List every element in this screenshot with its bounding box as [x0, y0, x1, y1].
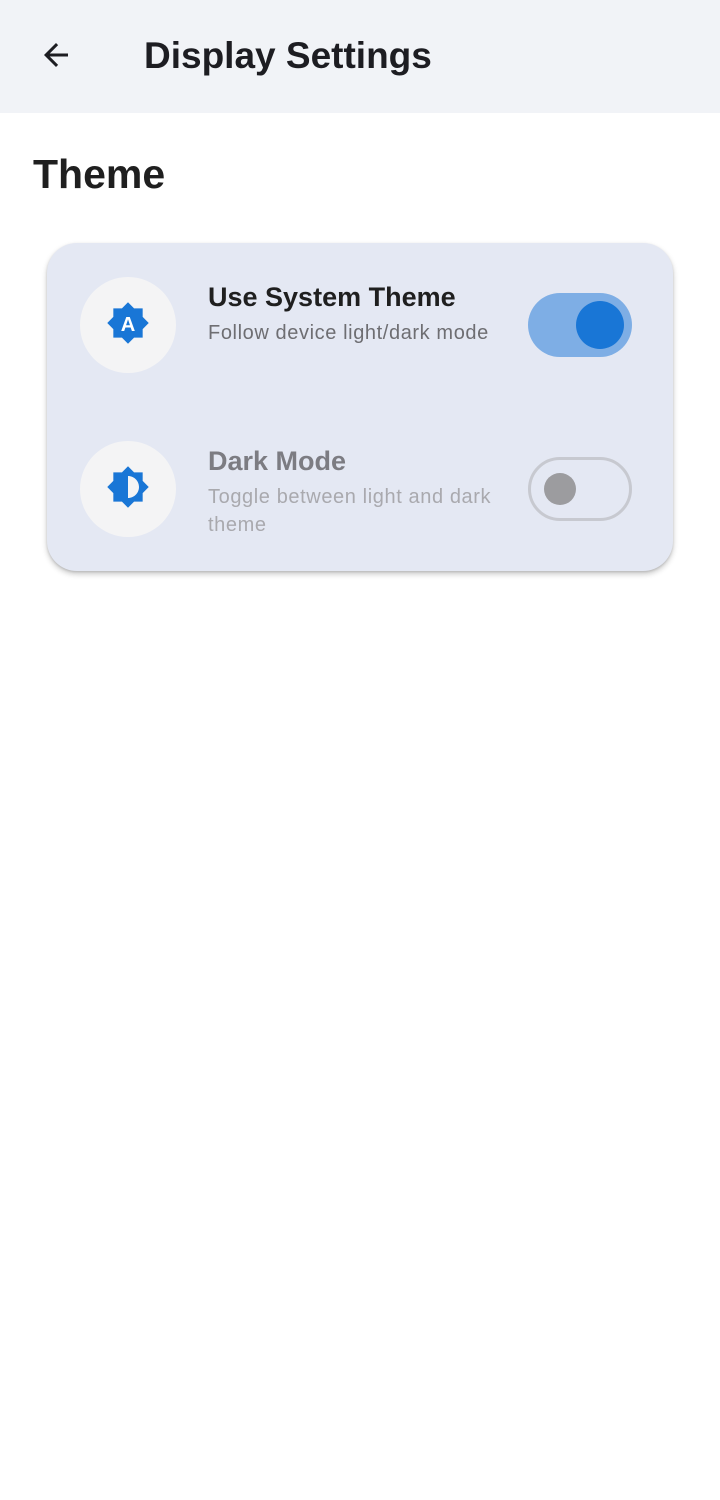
- setting-row-use-system-theme[interactable]: A Use System Theme Follow device light/d…: [47, 243, 673, 407]
- theme-settings-card: A Use System Theme Follow device light/d…: [47, 243, 673, 571]
- dark-mode-switch: [528, 457, 632, 521]
- brightness-auto-icon: A: [106, 301, 150, 350]
- setting-subtitle: Follow device light/dark mode: [208, 322, 489, 344]
- arrow-back-icon: [38, 37, 74, 78]
- setting-title: Use System Theme: [208, 282, 456, 312]
- icon-container: A: [80, 277, 176, 373]
- setting-subtitle: Toggle between light and dark theme: [208, 486, 492, 536]
- section-title-theme: Theme: [33, 151, 166, 197]
- page-title: Display Settings: [144, 35, 432, 76]
- switch-thumb: [544, 473, 576, 505]
- app-bar: Display Settings: [0, 0, 720, 113]
- svg-text:A: A: [121, 313, 136, 335]
- back-button[interactable]: [22, 23, 90, 91]
- icon-container: [80, 441, 176, 537]
- use-system-theme-switch[interactable]: [528, 293, 632, 357]
- brightness-medium-icon: [106, 465, 150, 514]
- switch-thumb: [576, 301, 624, 349]
- setting-row-dark-mode: Dark Mode Toggle between light and dark …: [47, 407, 673, 571]
- setting-title: Dark Mode: [208, 446, 347, 476]
